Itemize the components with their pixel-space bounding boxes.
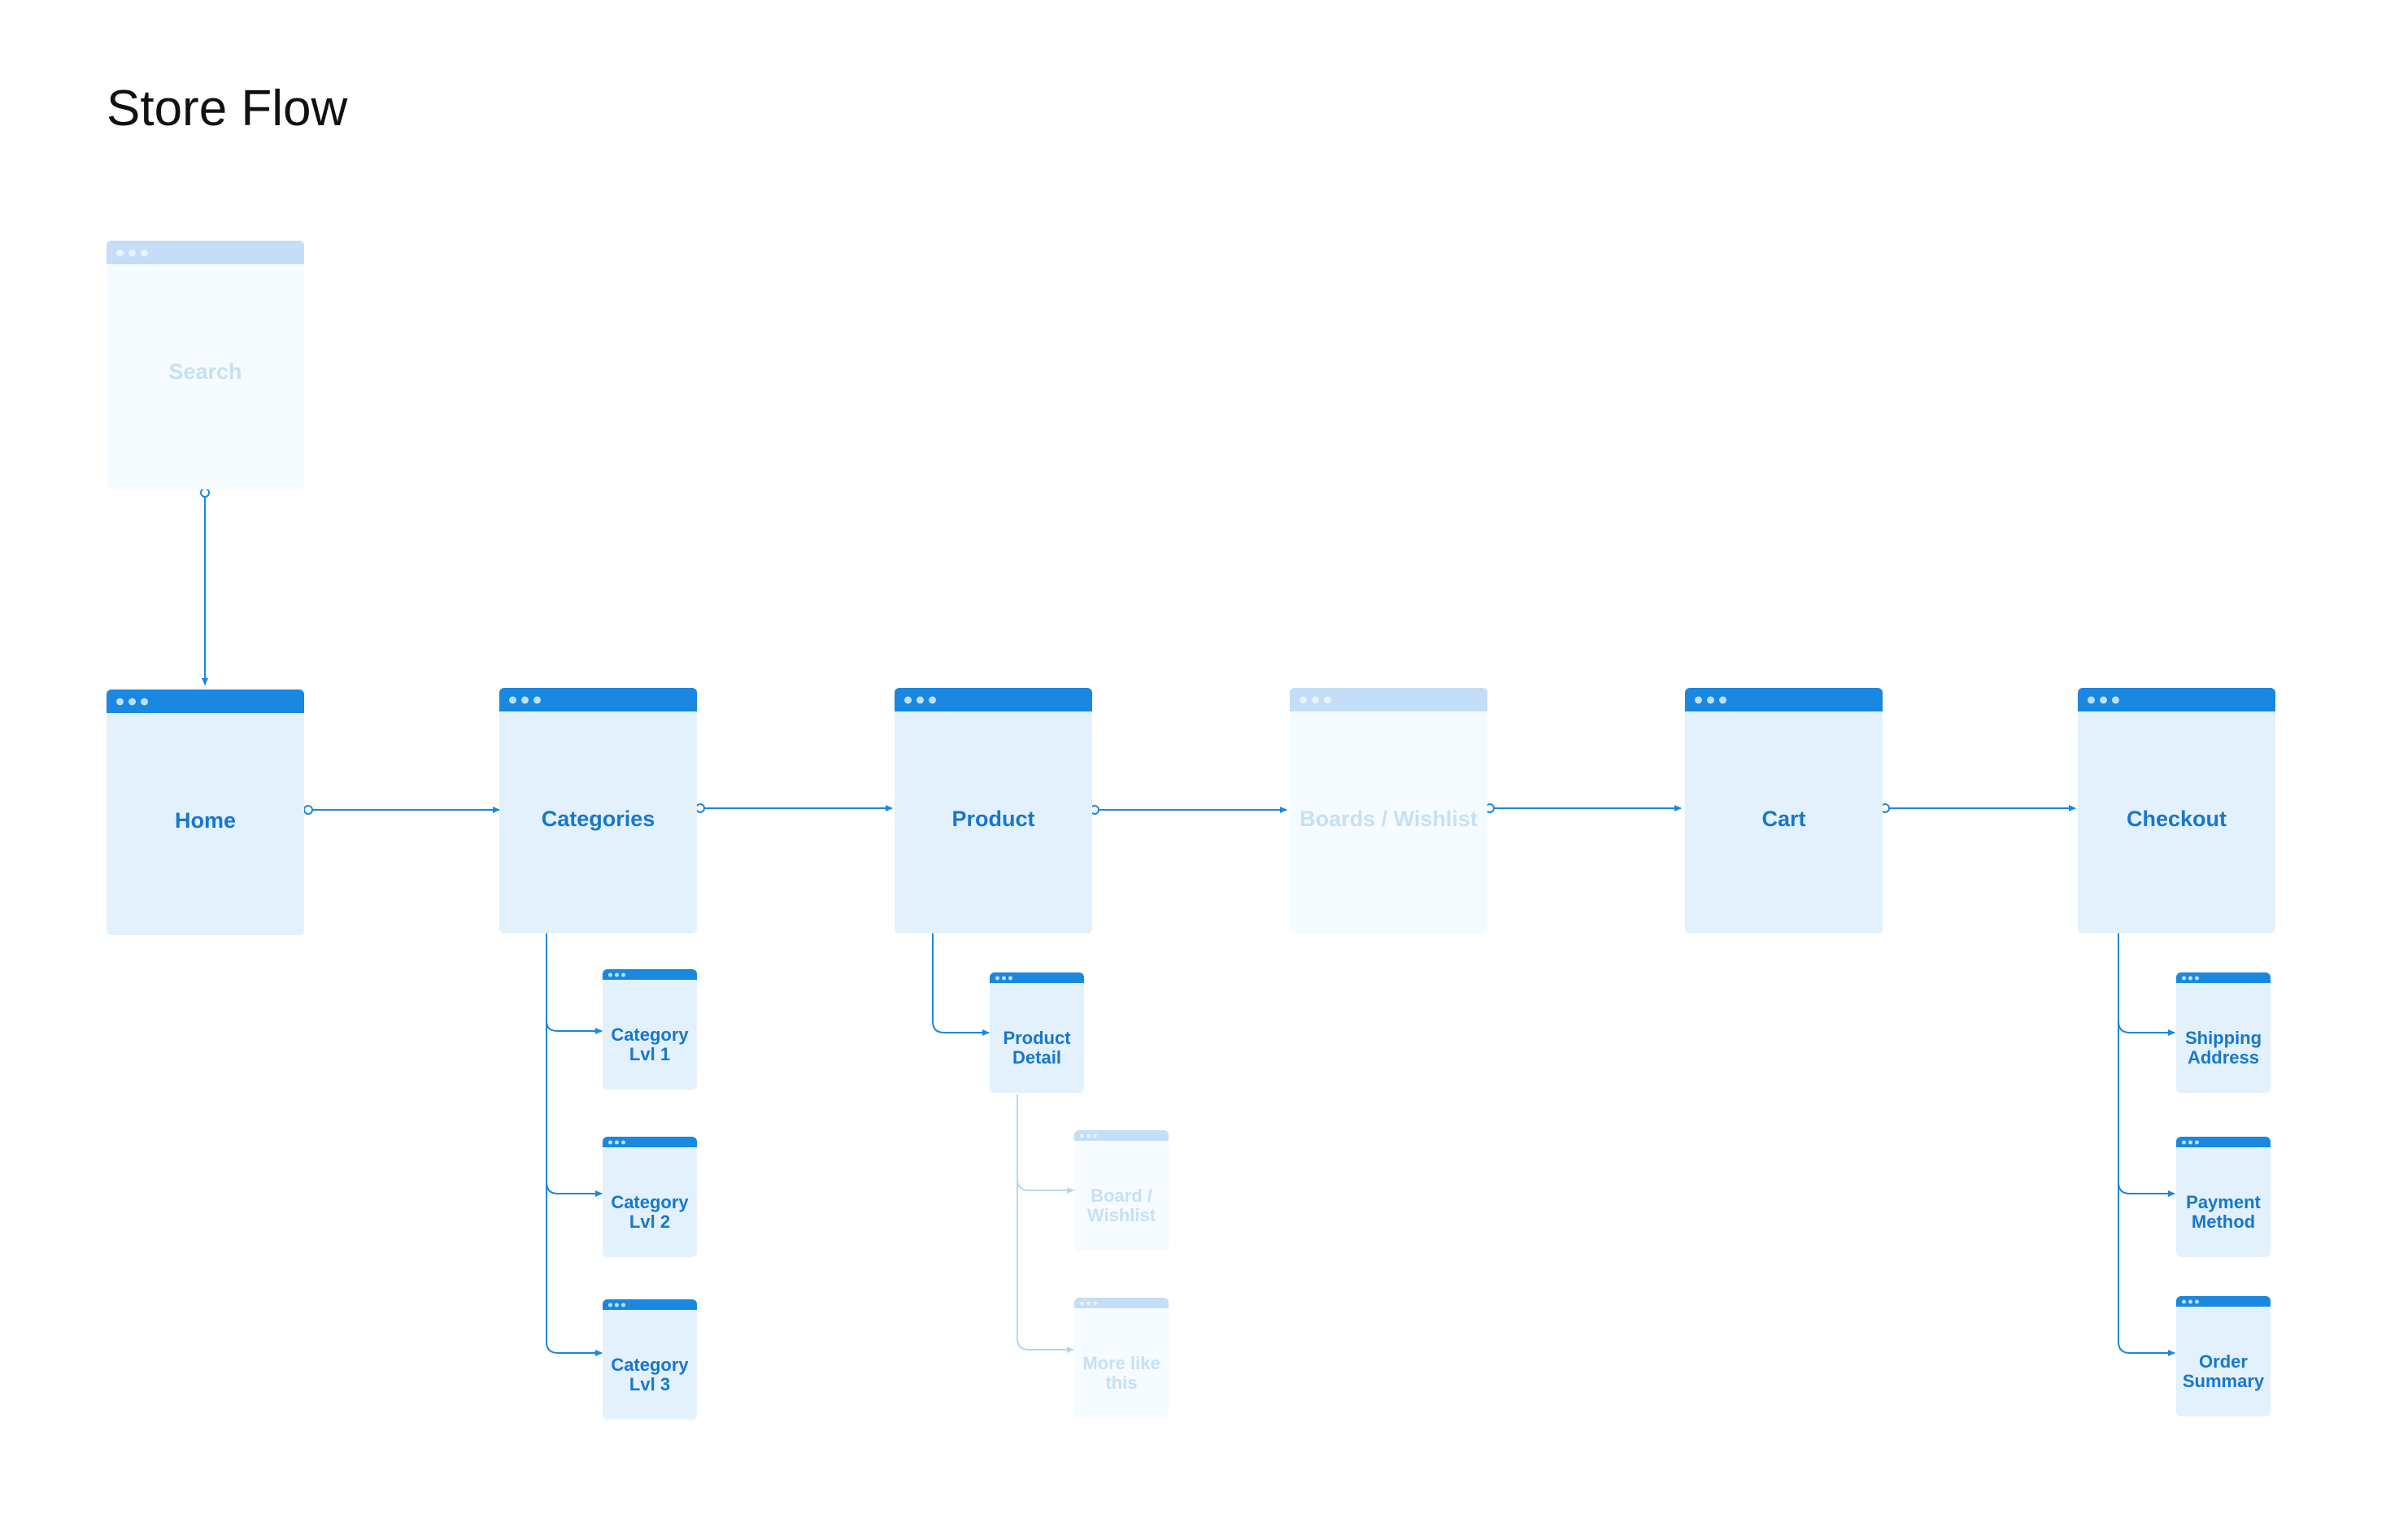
screen-category-lvl-1[interactable]: Category Lvl 1 — [603, 969, 697, 1090]
window-dots-icon — [608, 1140, 625, 1144]
window-titlebar — [2078, 688, 2275, 711]
screen-label-category-lvl-3: Category Lvl 3 — [611, 1354, 689, 1394]
window-titlebar — [1685, 688, 1883, 711]
window-dots-icon — [2182, 1140, 2199, 1144]
connector-categories-subcategories — [546, 933, 603, 1356]
screen-product[interactable]: Product — [895, 688, 1092, 933]
screen-label-search: Search — [168, 359, 242, 385]
window-dots-icon — [116, 249, 148, 256]
window-titlebar — [2176, 972, 2271, 983]
window-dots-icon — [2088, 696, 2119, 703]
screen-category-lvl-3[interactable]: Category Lvl 3 — [603, 1299, 697, 1420]
connector-detail-faded — [1017, 1094, 1074, 1353]
window-titlebar — [603, 1299, 697, 1310]
screen-boards-wishlist[interactable]: Boards / Wishlist — [1290, 688, 1487, 933]
window-dots-icon — [116, 698, 148, 705]
connector-product-detail — [932, 933, 990, 1036]
window-titlebar — [603, 1137, 697, 1147]
screen-label-categories: Categories — [541, 807, 655, 832]
screen-order-summary[interactable]: Order Summary — [2176, 1296, 2271, 1416]
window-titlebar — [107, 241, 304, 264]
screen-label-product: Product — [951, 807, 1035, 832]
window-titlebar — [1290, 688, 1487, 711]
screen-category-lvl-2[interactable]: Category Lvl 2 — [603, 1137, 697, 1257]
screen-label-boards-wishlist: Boards / Wishlist — [1300, 807, 1478, 832]
screen-checkout[interactable]: Checkout — [2078, 688, 2275, 933]
flow-connectors — [200, 488, 2175, 1356]
screen-cart[interactable]: Cart — [1685, 688, 1883, 933]
window-dots-icon — [2182, 976, 2199, 980]
window-dots-icon — [509, 696, 541, 703]
window-dots-icon — [1080, 1301, 1097, 1305]
window-titlebar — [2176, 1137, 2271, 1147]
window-dots-icon — [1300, 696, 1331, 703]
connector-checkout-substeps — [2118, 933, 2175, 1356]
connector-home-categories — [303, 805, 500, 815]
window-dots-icon — [995, 976, 1012, 980]
window-dots-icon — [608, 1303, 625, 1307]
window-dots-icon — [608, 972, 625, 977]
connector-search-home — [200, 488, 210, 685]
screen-board-wishlist[interactable]: Board / Wishlist — [1074, 1130, 1169, 1251]
screen-categories[interactable]: Categories — [499, 688, 697, 933]
screen-label-home: Home — [174, 808, 236, 833]
screen-search[interactable]: Search — [107, 241, 304, 489]
connector-boards-cart — [1485, 803, 1682, 813]
window-titlebar — [2176, 1296, 2271, 1307]
screen-label-board-wishlist: Board / Wishlist — [1086, 1185, 1156, 1225]
screen-label-cart: Cart — [1761, 807, 1806, 832]
screen-home[interactable]: Home — [107, 690, 304, 935]
window-titlebar — [990, 972, 1084, 983]
connector-product-boards — [1090, 805, 1287, 815]
screen-label-shipping-address: Shipping Address — [2184, 1027, 2262, 1068]
page-title: Store Flow — [107, 80, 348, 137]
connector-cart-checkout — [1880, 803, 2076, 813]
screen-label-category-lvl-1: Category Lvl 1 — [611, 1024, 689, 1064]
window-dots-icon — [904, 696, 936, 703]
window-titlebar — [1074, 1130, 1169, 1141]
screen-label-product-detail: Product Detail — [1003, 1027, 1071, 1068]
connector-categories-product — [695, 803, 893, 813]
screen-label-payment-method: Payment Method — [2186, 1191, 2261, 1232]
window-titlebar — [1074, 1298, 1169, 1308]
window-titlebar — [603, 969, 697, 980]
screen-label-checkout: Checkout — [2126, 807, 2227, 832]
window-titlebar — [107, 690, 304, 713]
window-dots-icon — [1080, 1133, 1097, 1138]
screen-product-detail[interactable]: Product Detail — [990, 972, 1084, 1093]
screen-payment-method[interactable]: Payment Method — [2176, 1137, 2271, 1257]
window-dots-icon — [2182, 1299, 2199, 1303]
window-titlebar — [499, 688, 697, 711]
screen-more-like-this[interactable]: More like this — [1074, 1298, 1169, 1418]
screen-label-more-like-this: More like this — [1082, 1352, 1160, 1393]
screen-shipping-address[interactable]: Shipping Address — [2176, 972, 2271, 1093]
window-titlebar — [895, 688, 1092, 711]
window-dots-icon — [1695, 696, 1726, 703]
screen-label-category-lvl-2: Category Lvl 2 — [611, 1191, 689, 1232]
screen-label-order-summary: Order Summary — [2182, 1351, 2265, 1391]
